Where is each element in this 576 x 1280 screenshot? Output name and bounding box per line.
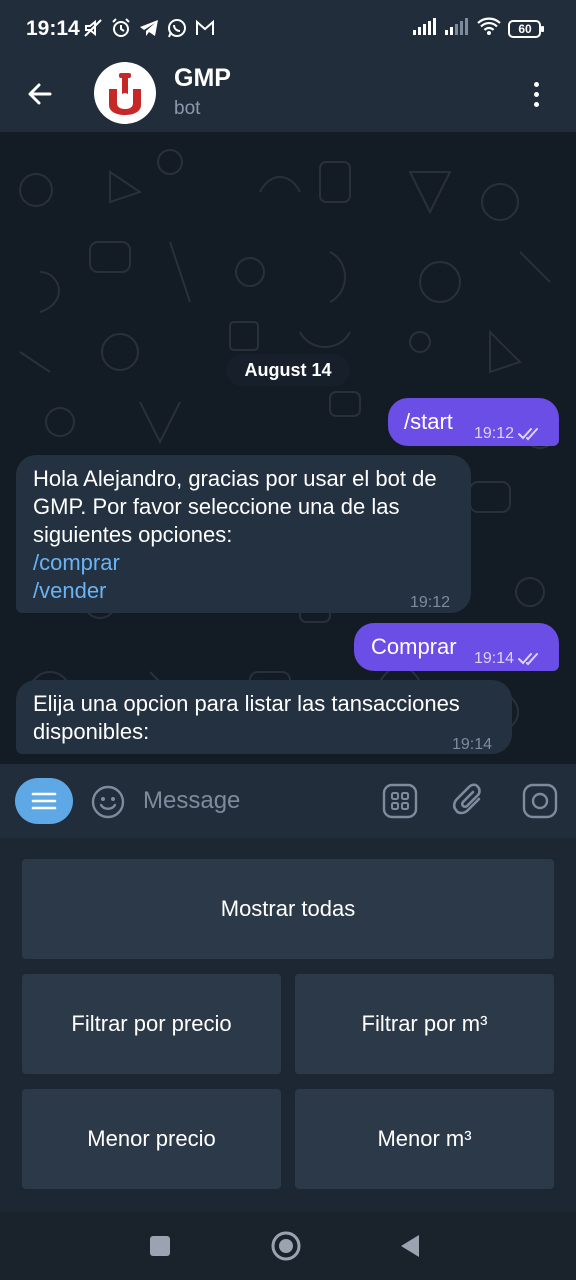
- chat-title[interactable]: GMP: [174, 64, 231, 93]
- system-navigation-bar: [0, 1212, 576, 1280]
- gmp-logo-icon: [109, 73, 141, 115]
- outgoing-message[interactable]: /start 19:12: [388, 398, 559, 446]
- message-time: 19:12: [410, 594, 451, 611]
- keyboard-button-mostrar-todas[interactable]: Mostrar todas: [22, 859, 554, 959]
- chat-header: GMP bot: [0, 56, 576, 132]
- dot-icon: [533, 81, 539, 87]
- message-meta: 19:14: [452, 731, 492, 759]
- paperclip-icon: [452, 783, 481, 815]
- emoji-button[interactable]: [90, 784, 126, 820]
- message-meta: 19:14: [474, 645, 542, 673]
- command-link-vender[interactable]: /vender: [33, 577, 459, 605]
- alarm-icon: [110, 17, 132, 39]
- status-bar: 19:14 60: [0, 0, 576, 56]
- telegram-icon: [138, 17, 160, 39]
- gmail-icon: [194, 17, 216, 39]
- battery-icon: 60: [508, 19, 546, 38]
- back-button[interactable]: [20, 74, 60, 114]
- double-check-icon: [518, 428, 539, 441]
- whatsapp-icon: [166, 17, 188, 39]
- camera-button[interactable]: [521, 782, 559, 820]
- dot-icon: [533, 101, 539, 107]
- message-meta: 19:12: [410, 589, 450, 617]
- notification-icons: [82, 17, 216, 39]
- message-time: 19:14: [452, 736, 493, 753]
- arrow-left-icon: [28, 83, 52, 105]
- avatar[interactable]: [94, 62, 156, 124]
- status-time: 19:14: [26, 17, 80, 40]
- keyboard-button-menor-precio[interactable]: Menor precio: [22, 1089, 281, 1189]
- dot-icon: [533, 91, 539, 97]
- bot-keyboard-button[interactable]: [381, 782, 419, 820]
- bot-reply-keyboard: Mostrar todas Filtrar por precio Filtrar…: [0, 838, 576, 1212]
- message-meta: 19:12: [474, 420, 542, 448]
- home-button[interactable]: [268, 1228, 304, 1264]
- back-nav-button[interactable]: [392, 1228, 428, 1264]
- square-icon: [150, 1236, 170, 1256]
- keyboard-grid-icon: [382, 783, 418, 819]
- bot-menu-button[interactable]: [15, 778, 73, 824]
- message-time: 19:12: [474, 425, 515, 442]
- camera-icon: [522, 783, 558, 819]
- circle-icon: [271, 1231, 301, 1261]
- attach-button[interactable]: [451, 782, 489, 820]
- message-text: Comprar: [371, 634, 457, 659]
- message-text: Hola Alejandro, gracias por usar el bot …: [33, 466, 437, 547]
- keyboard-button-filtrar-precio[interactable]: Filtrar por precio: [22, 974, 281, 1074]
- keyboard-button-menor-m3[interactable]: Menor m³: [295, 1089, 554, 1189]
- chat-subtitle: bot: [174, 98, 201, 119]
- chat-area[interactable]: August 14 /start 19:12 Hola Alejandro, g…: [0, 132, 576, 764]
- incoming-message[interactable]: Hola Alejandro, gracias por usar el bot …: [16, 455, 471, 613]
- more-options-button[interactable]: [516, 72, 556, 116]
- outgoing-message[interactable]: Comprar 19:14: [354, 623, 559, 671]
- message-input-bar: [0, 764, 576, 838]
- message-input[interactable]: [143, 784, 363, 818]
- smiley-icon: [91, 785, 125, 819]
- message-text: /start: [404, 409, 453, 434]
- recents-button[interactable]: [142, 1228, 178, 1264]
- wifi-icon: [476, 16, 502, 41]
- signal-icon: [444, 16, 470, 41]
- menu-lines-icon: [31, 792, 57, 810]
- mute-icon: [82, 17, 104, 39]
- signal-icon: [412, 16, 438, 41]
- date-separator: August 14: [226, 354, 350, 386]
- message-time: 19:14: [474, 650, 515, 667]
- message-text: Elija una opcion para listar las tansacc…: [33, 691, 460, 744]
- triangle-back-icon: [401, 1235, 419, 1257]
- system-icons: 60: [412, 16, 546, 41]
- double-check-icon: [518, 653, 539, 666]
- keyboard-button-filtrar-m3[interactable]: Filtrar por m³: [295, 974, 554, 1074]
- incoming-message[interactable]: Elija una opcion para listar las tansacc…: [16, 680, 512, 754]
- command-link-comprar[interactable]: /comprar: [33, 549, 459, 577]
- battery-level: 60: [518, 21, 532, 36]
